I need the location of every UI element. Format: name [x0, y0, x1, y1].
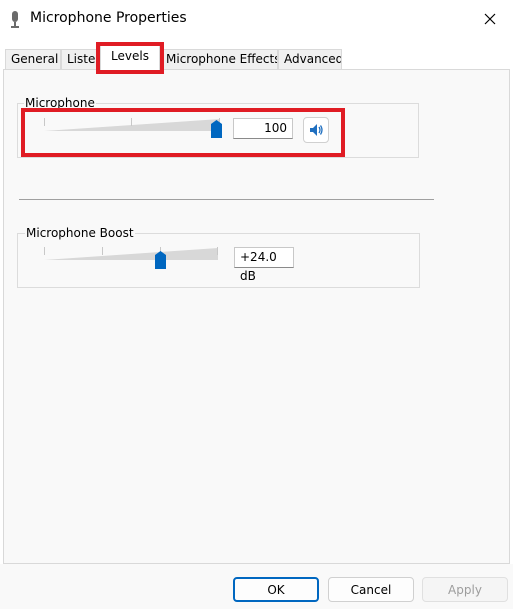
cancel-button[interactable]: Cancel [328, 577, 414, 602]
microphone-level-value[interactable]: 100 [233, 118, 293, 139]
boost-slider-thumb[interactable] [155, 251, 166, 269]
window-title: Microphone Properties [30, 10, 187, 26]
slider-tick [131, 118, 132, 126]
dialog-footer: OK Cancel Apply [0, 564, 513, 609]
boost-level-value[interactable]: +24.0 dB [234, 247, 294, 283]
mute-button[interactable] [303, 117, 329, 143]
slider-tick [217, 247, 218, 255]
speaker-icon [310, 124, 323, 136]
slider-tick [102, 247, 103, 255]
tab-advanced[interactable]: Advanced [278, 49, 342, 70]
microphone-label: Microphone [24, 96, 96, 110]
slider-tick [44, 118, 45, 126]
tab-general[interactable]: General [5, 49, 61, 70]
boost-slider-track[interactable] [44, 248, 218, 260]
microphone-boost-label: Microphone Boost [25, 226, 135, 240]
close-icon [484, 13, 496, 25]
levels-panel: Microphone 100 Microphone Boost +24.0 dB [3, 69, 510, 564]
microphone-boost-group [17, 233, 420, 288]
slider-tick [44, 247, 45, 255]
apply-button[interactable]: Apply [422, 577, 508, 602]
microphone-slider-track[interactable] [44, 119, 220, 131]
close-button[interactable] [467, 0, 513, 38]
title-bar: Microphone Properties [0, 0, 513, 38]
tab-levels[interactable]: Levels [100, 45, 160, 70]
ok-button[interactable]: OK [233, 577, 319, 602]
tab-strip: General Listen Levels Microphone Effects… [0, 38, 513, 70]
tab-listen[interactable]: Listen [61, 49, 100, 70]
microphone-slider-thumb[interactable] [211, 120, 222, 138]
microphone-icon [11, 11, 19, 28]
tab-microphone-effects[interactable]: Microphone Effects [160, 49, 278, 70]
separator [19, 199, 434, 200]
